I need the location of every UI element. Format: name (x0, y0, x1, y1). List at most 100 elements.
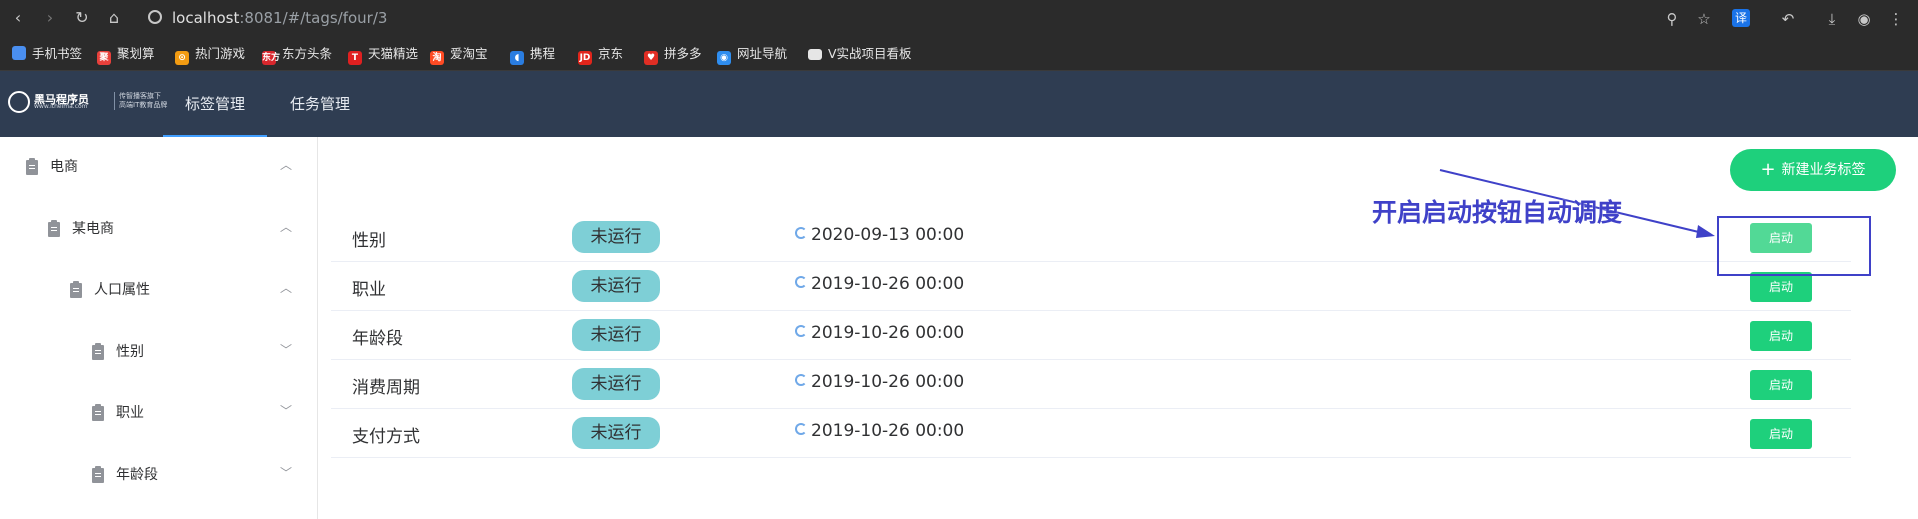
bookmark-item[interactable]: ⊙ 热门游戏 (175, 45, 245, 65)
annotation-highlight-box (1717, 216, 1871, 276)
mobile-bookmark-icon (12, 46, 26, 60)
start-button[interactable]: 启动 (1750, 321, 1812, 351)
task-row: 职业 未运行 2019-10-26 00:00 启动 (331, 262, 1851, 311)
info-icon[interactable] (148, 10, 162, 24)
sidebar-item[interactable]: 年龄段 ﹀ (0, 445, 317, 505)
tab-tag-management[interactable]: 标签管理 (163, 71, 268, 137)
home-icon[interactable]: ⌂ (104, 8, 124, 28)
bookmark-label: V实战项目看板 (828, 46, 912, 61)
ctrip-icon: ◖ (510, 51, 524, 65)
bookmark-item[interactable]: ♥ 拼多多 (644, 45, 702, 65)
document-icon (92, 465, 104, 483)
sidebar-item[interactable]: 性别 ﹀ (0, 322, 317, 382)
bookmark-label: 爱淘宝 (450, 46, 488, 61)
bookmark-item[interactable]: 东方 东方头条 (262, 45, 332, 65)
start-button[interactable]: 启动 (1750, 419, 1812, 449)
bookmark-item[interactable]: 淘爱淘宝 (430, 45, 488, 65)
folder-icon (808, 49, 822, 60)
sidebar-item-label: 电商 (50, 159, 78, 175)
sidebar-item-label: 某电商 (72, 220, 114, 237)
sidebar-item-label: 年龄段 (116, 466, 158, 483)
bookmark-label: 携程 (530, 46, 556, 61)
document-icon (48, 219, 60, 237)
jd-icon: JD (578, 51, 592, 65)
add-business-tag-button[interactable]: + 新建业务标签 (1730, 149, 1896, 191)
download-icon[interactable]: ⤓ (1822, 9, 1842, 29)
task-time: 2020-09-13 00:00 (811, 225, 965, 245)
chevron-up-icon[interactable]: ︿ (280, 156, 292, 173)
status-badge: 未运行 (572, 368, 660, 400)
refresh-icon (795, 423, 807, 435)
brand-logo: 黑马程序员 www.itheima.com 传智播客旗下 高端IT教育品牌 (8, 89, 167, 115)
status-badge: 未运行 (572, 221, 660, 253)
status-badge: 未运行 (572, 417, 660, 449)
dongfang-icon: 东方 (262, 51, 281, 65)
sidebar-item-label: 人口属性 (94, 282, 150, 298)
aitaobao-icon: 淘 (430, 51, 444, 65)
forward-icon[interactable]: › (40, 8, 60, 28)
translate-icon[interactable]: 译 (1732, 9, 1750, 27)
document-icon (70, 281, 82, 298)
logo-url: www.itheima.com (34, 103, 88, 110)
task-time: 2019-10-26 00:00 (811, 372, 965, 392)
undo-icon[interactable]: ↶ (1778, 9, 1798, 29)
bookmark-item[interactable]: ◖ 携程 (510, 45, 556, 65)
bookmark-item[interactable]: ◉ 网址导航 (717, 45, 788, 65)
bookmark-item[interactable]: JD 京东 (578, 45, 624, 65)
bookmark-item[interactable]: V实战项目看板 (808, 45, 912, 63)
add-button-label: 新建业务标签 (1781, 162, 1866, 178)
bookmark-item[interactable]: 手机书签 (12, 45, 82, 63)
sidebar-item[interactable]: 人口属性 ︿ (0, 260, 317, 320)
star-icon[interactable]: ☆ (1694, 9, 1714, 29)
start-button[interactable]: 启动 (1750, 370, 1812, 400)
menu-icon[interactable]: ⋮ (1886, 9, 1906, 29)
address-bar[interactable]: localhost:8081/#/tags/four/3 (140, 6, 1700, 30)
pinduoduo-icon: ♥ (644, 51, 658, 65)
task-row: 支付方式 未运行 2019-10-26 00:00 启动 (331, 409, 1851, 458)
chevron-up-icon[interactable]: ︿ (280, 279, 292, 296)
bookmark-label: 手机书签 (32, 46, 83, 61)
task-row: 年龄段 未运行 2019-10-26 00:00 启动 (331, 311, 1851, 360)
bookmark-label: 天猫精选 (368, 46, 419, 61)
logo-icon (8, 91, 30, 113)
zoom-icon[interactable]: ⚲ (1662, 9, 1682, 29)
sidebar-item[interactable]: 职业 ﹀ (0, 383, 317, 443)
nav-icon: ◉ (717, 51, 731, 65)
chevron-down-icon[interactable]: ﹀ (280, 341, 292, 358)
bookmark-label: 京东 (598, 46, 624, 61)
game-icon: ⊙ (175, 51, 189, 65)
refresh-icon (795, 276, 807, 288)
sidebar-item-label: 性别 (116, 343, 144, 360)
task-time: 2019-10-26 00:00 (811, 421, 965, 441)
refresh-icon (795, 325, 807, 337)
start-button[interactable]: 启动 (1750, 272, 1812, 302)
reload-icon[interactable]: ↻ (72, 8, 92, 28)
sidebar-item[interactable]: 某电商 ︿ (0, 199, 317, 259)
task-name: 年龄段 (352, 329, 403, 349)
task-row: 性别 未运行 2020-09-13 00:00 启动 (331, 213, 1851, 262)
chevron-down-icon[interactable]: ﹀ (280, 402, 292, 419)
profile-icon[interactable]: ◉ (1854, 9, 1874, 29)
status-badge: 未运行 (572, 319, 660, 351)
status-badge: 未运行 (572, 270, 660, 302)
chevron-down-icon[interactable]: ﹀ (280, 464, 292, 481)
bookmark-label: 网址导航 (737, 46, 788, 61)
bookmark-label: 聚划算 (117, 46, 155, 61)
bookmark-item[interactable]: T 天猫精选 (348, 45, 419, 65)
annotation-text: 开启启动按钮自动调度 (1372, 198, 1623, 227)
bookmark-item[interactable]: 聚聚划算 (97, 45, 155, 65)
sidebar-item[interactable]: 电商 ︿ (0, 137, 317, 197)
address-text: localhost:8081/#/tags/four/3 (172, 9, 388, 27)
sidebar: 电商 ︿ 某电商 ︿ 人口属性 ︿ 性别 ﹀ 职业 ﹀ 年龄段 ﹀ (0, 137, 318, 519)
app-header: 黑马程序员 www.itheima.com 传智播客旗下 高端IT教育品牌 标签管… (0, 71, 1918, 137)
back-icon[interactable]: ‹ (8, 8, 28, 28)
bookmark-label: 拼多多 (664, 46, 702, 61)
tmall-icon: T (348, 51, 362, 65)
bookmarks-bar: 手机书签聚聚划算 ⊙ 热门游戏 东方 东方头条 T 天猫精选淘爱淘宝 ◖ 携程 JD 京东 ♥ 拼多多 ◉… (0, 36, 1918, 71)
task-name: 支付方式 (352, 427, 420, 447)
tab-task-management[interactable]: 任务管理 (268, 71, 372, 137)
task-row: 消费周期 未运行 2019-10-26 00:00 启动 (331, 360, 1851, 409)
browser-toolbar: ‹ › ↻ ⌂ localhost:8081/#/tags/four/3 ⚲ ☆… (0, 0, 1918, 36)
task-name: 性别 (352, 231, 386, 251)
chevron-up-icon[interactable]: ︿ (280, 218, 292, 235)
